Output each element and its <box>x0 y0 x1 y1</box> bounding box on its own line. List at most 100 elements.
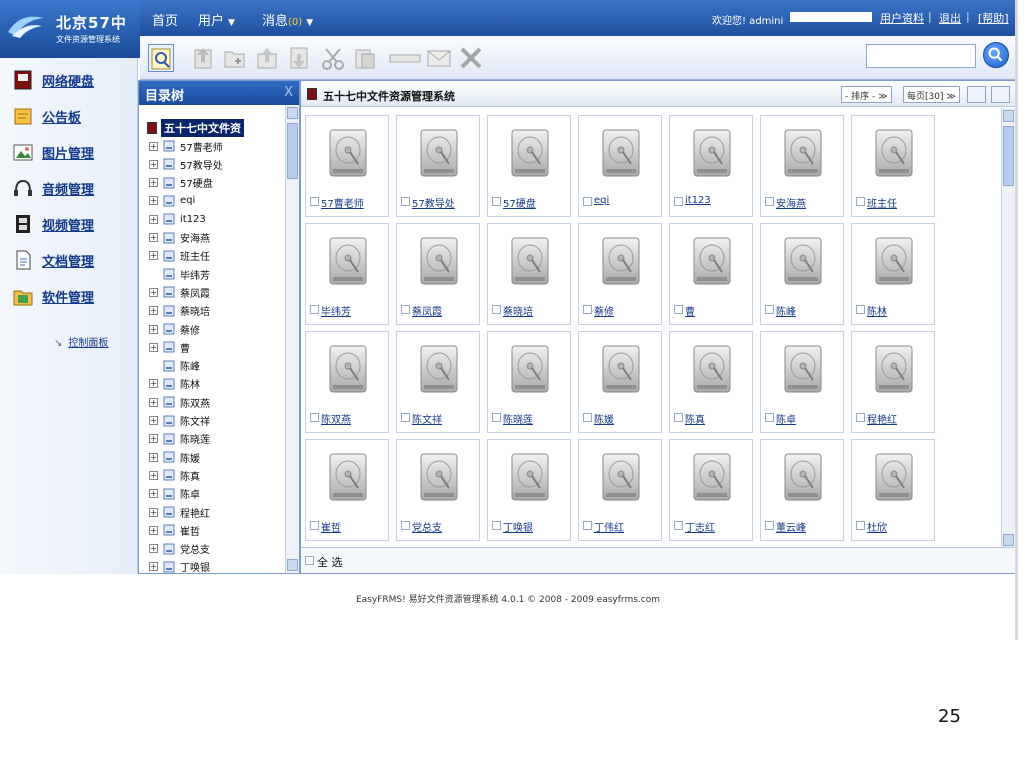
folder-label[interactable]: 丁伟红 <box>594 519 624 534</box>
parent-folder-button[interactable] <box>254 44 280 72</box>
scroll-up-icon[interactable] <box>287 107 298 119</box>
expand-icon[interactable]: + <box>149 470 158 480</box>
expand-icon[interactable]: + <box>149 251 158 261</box>
sidebar-item-video[interactable]: 视频管理 <box>12 212 94 236</box>
tree-node[interactable]: + 崔哲 <box>149 521 200 539</box>
scroll-up-icon[interactable] <box>1003 110 1014 122</box>
folder-label[interactable]: 57曹老师 <box>321 195 364 210</box>
per-page-select[interactable]: 每页[30] ≫ <box>903 86 960 103</box>
expand-icon[interactable]: + <box>149 452 158 462</box>
folder-card[interactable]: 陈媛 <box>578 331 662 433</box>
folder-card[interactable]: 安海燕 <box>760 115 844 217</box>
close-icon[interactable]: X <box>284 85 293 100</box>
folder-checkbox[interactable] <box>674 305 683 314</box>
profile-link[interactable]: 用户资料 <box>880 10 924 26</box>
folder-checkbox[interactable] <box>856 305 865 314</box>
folder-card[interactable]: 丁唤银 <box>487 439 571 541</box>
expand-icon[interactable]: + <box>149 306 158 316</box>
tree-node[interactable]: +57曹老师 <box>149 137 223 155</box>
folder-label[interactable]: 57硬盘 <box>503 195 536 210</box>
folder-card[interactable]: 陈卓 <box>760 331 844 433</box>
folder-label[interactable]: 丁唤银 <box>503 519 533 534</box>
folder-label[interactable]: 蔡凤霞 <box>412 303 442 318</box>
folder-card[interactable]: 陈林 <box>851 223 935 325</box>
list-view-icon[interactable] <box>991 86 1010 103</box>
expand-icon[interactable]: + <box>149 233 158 242</box>
folder-label[interactable]: 陈真 <box>685 411 705 426</box>
cut-button[interactable] <box>320 44 346 72</box>
folder-label[interactable]: it123 <box>685 195 711 206</box>
folder-label[interactable]: 陈峰 <box>776 303 796 318</box>
sidebar-item-documents[interactable]: 文档管理 <box>12 248 94 272</box>
folder-checkbox[interactable] <box>401 305 410 314</box>
folder-label[interactable]: 丁志红 <box>685 519 715 534</box>
folder-label[interactable]: 陈文祥 <box>412 411 442 426</box>
folder-checkbox[interactable] <box>674 197 683 206</box>
folder-checkbox[interactable] <box>492 413 501 422</box>
folder-label[interactable]: eqi <box>594 195 609 206</box>
tree-scrollbar[interactable] <box>285 105 299 573</box>
folder-checkbox[interactable] <box>492 305 501 314</box>
expand-icon[interactable]: + <box>149 287 158 297</box>
folder-checkbox[interactable] <box>765 413 774 422</box>
folder-checkbox[interactable] <box>492 521 501 530</box>
tree-node[interactable]: + eqi <box>149 192 195 210</box>
logout-link[interactable]: 退出 <box>939 10 961 26</box>
folder-card[interactable]: 57教导处 <box>396 115 480 217</box>
folder-checkbox[interactable] <box>583 413 592 422</box>
folder-card[interactable]: 毕纬芳 <box>305 223 389 325</box>
expand-icon[interactable]: + <box>149 562 158 572</box>
folder-label[interactable]: 蔡修 <box>594 303 614 318</box>
expand-icon[interactable]: + <box>149 416 158 425</box>
folder-card[interactable]: 党总支 <box>396 439 480 541</box>
new-folder-button[interactable] <box>222 44 248 72</box>
folder-checkbox[interactable] <box>310 305 319 314</box>
search-button[interactable] <box>983 42 1009 68</box>
scroll-thumb[interactable] <box>1003 126 1014 186</box>
folder-label[interactable]: 57教导处 <box>412 195 455 210</box>
email-button[interactable] <box>426 44 452 72</box>
sort-select[interactable]: - 排序 - ≫ <box>841 86 892 103</box>
sidebar-item-bulletin[interactable]: 公告板 <box>12 104 81 128</box>
delete-button[interactable] <box>458 44 484 72</box>
tree-node[interactable]: + 陈真 <box>149 466 200 484</box>
download-button[interactable] <box>286 44 312 72</box>
folder-checkbox[interactable] <box>401 521 410 530</box>
sidebar-item-images[interactable]: 图片管理 <box>12 140 94 164</box>
scroll-thumb[interactable] <box>287 123 298 179</box>
folder-label[interactable]: 陈卓 <box>776 411 796 426</box>
folder-checkbox[interactable] <box>674 521 683 530</box>
tree-node[interactable]: + 蔡晓培 <box>149 302 210 320</box>
tree-node[interactable]: +57硬盘 <box>149 174 213 192</box>
folder-card[interactable]: 蔡凤霞 <box>396 223 480 325</box>
folder-card[interactable]: 陈晓莲 <box>487 331 571 433</box>
tree-node[interactable]: + 安海燕 <box>149 229 210 247</box>
nav-messages[interactable]: 消息(0) ▼ <box>262 10 313 29</box>
expand-icon[interactable]: + <box>149 525 158 535</box>
folder-card[interactable]: 崔哲 <box>305 439 389 541</box>
folder-card[interactable]: 陈真 <box>669 331 753 433</box>
tree-node[interactable]: + 陈卓 <box>149 485 200 503</box>
folder-label[interactable]: 崔哲 <box>321 519 341 534</box>
folder-card[interactable]: 57曹老师 <box>305 115 389 217</box>
tree-node[interactable]: + 程艳红 <box>149 503 210 521</box>
folder-label[interactable]: 蔡晓培 <box>503 303 533 318</box>
folder-card[interactable]: 蔡修 <box>578 223 662 325</box>
expand-icon[interactable]: + <box>149 434 158 444</box>
folder-checkbox[interactable] <box>401 197 410 206</box>
tree-node[interactable]: + it123 <box>149 210 206 228</box>
expand-icon[interactable]: + <box>149 379 158 389</box>
folder-checkbox[interactable] <box>765 521 774 530</box>
expand-icon[interactable]: + <box>149 342 158 352</box>
tree-node[interactable]: + 陈双燕 <box>149 393 210 411</box>
sidebar-item-software[interactable]: 软件管理 <box>12 284 94 308</box>
tree-node[interactable]: +57教导处 <box>149 155 223 173</box>
expand-icon[interactable]: + <box>149 397 158 407</box>
tree-node[interactable]: 毕纬芳 <box>149 265 210 283</box>
tree-node[interactable]: + 党总支 <box>149 540 210 558</box>
folder-checkbox[interactable] <box>856 521 865 530</box>
sidebar-item-disk[interactable]: 网络硬盘 <box>12 68 94 92</box>
search-input[interactable] <box>866 44 976 68</box>
folder-card[interactable]: it123 <box>669 115 753 217</box>
expand-icon[interactable]: + <box>149 196 158 206</box>
